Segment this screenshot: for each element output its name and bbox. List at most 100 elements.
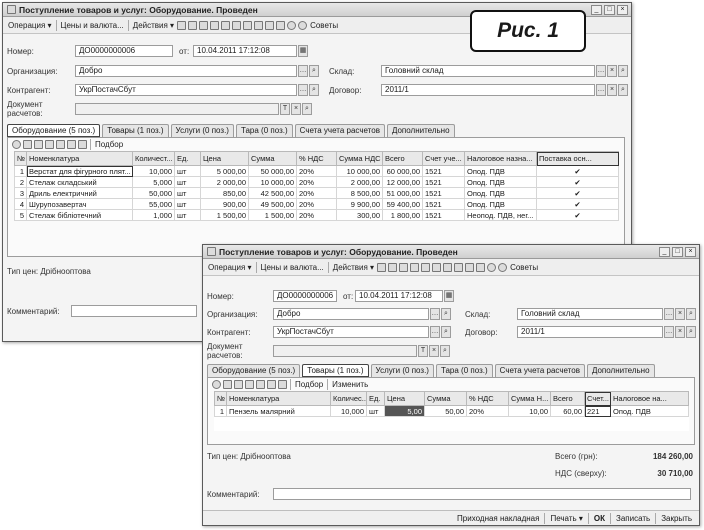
- table-cell[interactable]: ✔: [536, 198, 619, 210]
- advice-button[interactable]: Советы: [508, 263, 540, 272]
- report-icon[interactable]: [254, 20, 264, 30]
- column-header[interactable]: Номенклатура: [226, 391, 331, 406]
- contractor-field[interactable]: УкрПостачСбут: [273, 326, 429, 338]
- select-icon[interactable]: …: [298, 84, 308, 96]
- table-cell[interactable]: Стелаж складський: [26, 176, 133, 188]
- end-edit-icon[interactable]: [256, 380, 265, 389]
- table-cell[interactable]: 20%: [296, 187, 337, 199]
- edit-icon[interactable]: [188, 20, 198, 30]
- select-icon[interactable]: …: [596, 84, 606, 96]
- open-icon[interactable]: ⌕: [686, 308, 696, 320]
- table-cell[interactable]: шт: [366, 405, 385, 417]
- table-cell[interactable]: Опод. ПДВ: [610, 405, 689, 417]
- move-up-icon[interactable]: [267, 380, 276, 389]
- structure-icon[interactable]: [232, 20, 242, 30]
- table-cell[interactable]: 20%: [296, 198, 337, 210]
- close-icon[interactable]: ×: [617, 4, 628, 15]
- select-icon[interactable]: …: [430, 326, 440, 338]
- clear-icon[interactable]: ×: [291, 103, 301, 115]
- table-cell[interactable]: 221: [584, 405, 611, 417]
- actions-menu[interactable]: Действия ▾: [331, 263, 376, 272]
- comment-field[interactable]: [273, 488, 691, 500]
- table-cell[interactable]: Шурупозавертач: [26, 198, 133, 210]
- number-field[interactable]: ДО0000000006: [75, 45, 173, 57]
- table-cell[interactable]: шт: [174, 165, 201, 177]
- table-row[interactable]: 4 Шурупозавертач 55,000 шт 900,00 49 500…: [14, 198, 619, 210]
- select-icon[interactable]: …: [664, 308, 674, 320]
- journal-icon[interactable]: [465, 262, 475, 272]
- table-cell[interactable]: 50,00: [424, 405, 467, 417]
- table-cell[interactable]: шт: [174, 187, 201, 199]
- advice-button[interactable]: Советы: [308, 21, 340, 30]
- movement-icon[interactable]: [443, 262, 453, 272]
- table-cell[interactable]: 42 500,00: [248, 187, 297, 199]
- column-header[interactable]: Поставка осн...: [536, 151, 619, 166]
- table-cell[interactable]: 1 500,00: [200, 209, 249, 221]
- table-cell[interactable]: 20%: [296, 176, 337, 188]
- table-row[interactable]: 1 Пензель малярний 10,000 шт 5,00 50,00 …: [214, 405, 689, 417]
- column-header[interactable]: Налоговое назна...: [464, 151, 537, 166]
- edit-icon[interactable]: [388, 262, 398, 272]
- close-button[interactable]: Закрыть: [658, 514, 695, 523]
- table-cell[interactable]: 5 000,00: [200, 165, 249, 177]
- tab-packaging[interactable]: Тара (0 поз.): [435, 364, 493, 377]
- table-cell[interactable]: 1,000: [132, 209, 175, 221]
- tab-equipment[interactable]: Оборудование (5 поз.): [207, 364, 301, 377]
- help-icon[interactable]: [487, 262, 497, 272]
- table-icon[interactable]: [276, 20, 286, 30]
- column-header[interactable]: Ед.: [366, 391, 385, 406]
- select-icon[interactable]: …: [430, 308, 440, 320]
- table-cell[interactable]: 1521: [422, 165, 465, 177]
- table-cell[interactable]: 50,000: [132, 187, 175, 199]
- selection-button[interactable]: Подбор: [293, 380, 325, 389]
- select-icon[interactable]: …: [596, 65, 606, 77]
- table-cell[interactable]: 300,00: [336, 209, 383, 221]
- selection-button[interactable]: Подбор: [93, 140, 125, 149]
- prices-button[interactable]: Цены и валюта...: [59, 21, 126, 30]
- contract-field[interactable]: 2011/1: [381, 84, 595, 96]
- add-row-icon[interactable]: [212, 380, 221, 389]
- table-cell[interactable]: ✔: [536, 165, 619, 177]
- table-cell[interactable]: 8 500,00: [336, 187, 383, 199]
- contract-field[interactable]: 2011/1: [517, 326, 663, 338]
- column-header[interactable]: Сумма НДС: [336, 151, 383, 166]
- delete-row-icon[interactable]: [45, 140, 54, 149]
- table-cell[interactable]: 10,000: [330, 405, 367, 417]
- price-type-label[interactable]: Тип цен: Дрібнооптова: [7, 267, 91, 276]
- table-icon[interactable]: [476, 262, 486, 272]
- table-cell[interactable]: 1521: [422, 198, 465, 210]
- clear-icon[interactable]: ×: [607, 65, 617, 77]
- help-icon[interactable]: [287, 20, 297, 30]
- table-cell[interactable]: 900,00: [200, 198, 249, 210]
- open-icon[interactable]: ⌕: [441, 326, 451, 338]
- copy-row-icon[interactable]: [223, 380, 232, 389]
- maximize-icon[interactable]: □: [604, 4, 615, 15]
- tab-accounts[interactable]: Счета учета расчетов: [494, 364, 585, 377]
- select-icon[interactable]: …: [298, 65, 308, 77]
- open-icon[interactable]: ⌕: [686, 326, 696, 338]
- open-icon[interactable]: ⌕: [309, 84, 319, 96]
- refresh-icon[interactable]: [421, 262, 431, 272]
- open-icon[interactable]: ⌕: [618, 84, 628, 96]
- tab-goods[interactable]: Товары (1 поз.): [102, 124, 169, 137]
- number-field[interactable]: ДО0000000006: [273, 290, 337, 302]
- column-header[interactable]: Цена: [384, 391, 425, 406]
- ok-button[interactable]: ОК: [591, 514, 608, 523]
- column-header[interactable]: % НДС: [296, 151, 337, 166]
- payment-doc-field[interactable]: [75, 103, 279, 115]
- warehouse-field[interactable]: Головний склад: [517, 308, 663, 320]
- organization-field[interactable]: Добро: [75, 65, 297, 77]
- type-icon[interactable]: T: [280, 103, 290, 115]
- edit-row-icon[interactable]: [234, 380, 243, 389]
- date-field[interactable]: 10.04.2011 17:12:08: [193, 45, 297, 57]
- add-row-icon[interactable]: [12, 140, 21, 149]
- move-up-icon[interactable]: [67, 140, 76, 149]
- table-cell[interactable]: 12 000,00: [382, 176, 423, 188]
- structure-icon[interactable]: [432, 262, 442, 272]
- table-cell[interactable]: Стелаж бібліотечний: [26, 209, 133, 221]
- table-row[interactable]: 1 Верстат для фігурного плят... 10,000 ш…: [14, 165, 619, 177]
- print-menu[interactable]: Печать ▾: [547, 514, 585, 523]
- date-field[interactable]: 10.04.2011 17:12:08: [355, 290, 443, 302]
- column-header[interactable]: №: [214, 391, 227, 406]
- table-cell[interactable]: 850,00: [200, 187, 249, 199]
